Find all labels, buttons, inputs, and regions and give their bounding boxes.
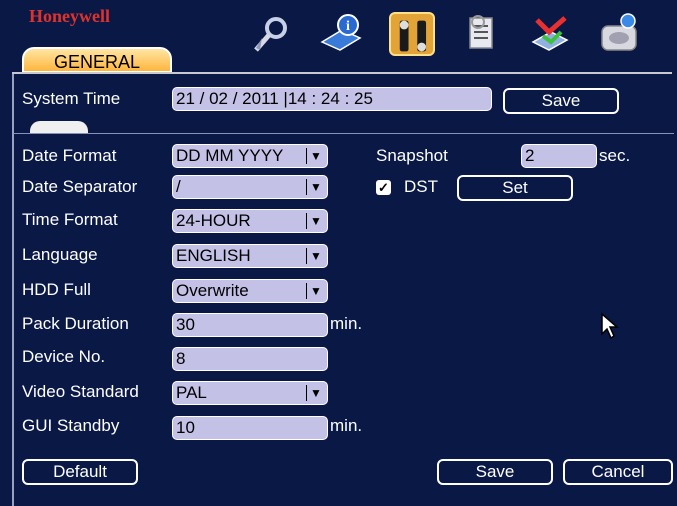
shutdown-icon[interactable]: [596, 12, 642, 56]
hdd-full-label: HDD Full: [22, 280, 91, 299]
chevron-down-icon: ▼: [306, 248, 325, 264]
time-format-label: Time Format: [22, 210, 118, 229]
language-label: Language: [22, 245, 98, 264]
dst-label: DST: [404, 177, 438, 196]
system-time-save-button[interactable]: Save: [503, 88, 619, 114]
date-format-label: Date Format: [22, 146, 117, 165]
cancel-button[interactable]: Cancel: [563, 459, 673, 485]
default-button[interactable]: Default: [22, 459, 138, 485]
date-separator-value: /: [176, 177, 181, 196]
video-standard-value: PAL: [176, 383, 207, 402]
date-separator-select[interactable]: / ▼: [172, 175, 328, 199]
snapshot-unit: sec.: [599, 146, 631, 165]
dst-set-button[interactable]: Set: [457, 175, 573, 201]
gui-standby-label: GUI Standby: [22, 416, 120, 435]
svg-text:i: i: [346, 19, 350, 34]
brand-logo: Honeywell: [29, 6, 110, 26]
gui-standby-input[interactable]: 10: [172, 416, 328, 440]
tab-general[interactable]: GENERAL: [22, 47, 172, 73]
general-settings-window: Honeywell i GENERAL System Time 21 / 02 …: [0, 0, 677, 506]
system-time-input[interactable]: 21 / 02 / 2011 |14 : 24 : 25: [172, 87, 492, 111]
snapshot-label: Snapshot: [376, 146, 448, 165]
system-time-label: System Time: [22, 89, 121, 108]
video-standard-label: Video Standard: [22, 382, 139, 401]
time-format-value: 24-HOUR: [176, 211, 251, 230]
snapshot-input[interactable]: 2: [521, 144, 597, 168]
save-button[interactable]: Save: [437, 459, 553, 485]
search-icon[interactable]: [248, 12, 294, 56]
time-format-select[interactable]: 24-HOUR ▼: [172, 209, 328, 233]
date-format-select[interactable]: DD MM YYYY ▼: [172, 144, 328, 168]
hdd-full-select[interactable]: Overwrite ▼: [172, 279, 328, 303]
chevron-down-icon: ▼: [306, 179, 325, 195]
video-standard-select[interactable]: PAL ▼: [172, 381, 328, 405]
section-divider: [14, 133, 674, 134]
device-no-input[interactable]: 8: [172, 347, 328, 371]
mouse-cursor-icon: [600, 312, 620, 345]
chevron-down-icon: ▼: [306, 283, 325, 299]
chevron-down-icon: ▼: [306, 385, 325, 401]
info-icon[interactable]: i: [318, 12, 364, 56]
hdd-full-value: Overwrite: [176, 281, 249, 300]
tools-icon[interactable]: [389, 12, 435, 56]
gui-standby-unit: min.: [330, 416, 363, 435]
device-no-label: Device No.: [22, 347, 106, 366]
pack-duration-label: Pack Duration: [22, 314, 129, 333]
chevron-down-icon: ▼: [306, 213, 325, 229]
date-format-value: DD MM YYYY: [176, 146, 284, 165]
backup-icon[interactable]: [527, 12, 573, 56]
settings-panel: [12, 74, 676, 506]
language-value: ENGLISH: [176, 246, 251, 265]
language-select[interactable]: ENGLISH ▼: [172, 244, 328, 268]
advanced-icon[interactable]: [458, 12, 504, 56]
section-tab: [30, 121, 88, 133]
date-separator-label: Date Separator: [22, 177, 138, 196]
chevron-down-icon: ▼: [306, 148, 325, 164]
pack-duration-unit: min.: [330, 314, 363, 333]
dst-checkbox[interactable]: ✓: [376, 180, 391, 195]
pack-duration-input[interactable]: 30: [172, 313, 328, 337]
